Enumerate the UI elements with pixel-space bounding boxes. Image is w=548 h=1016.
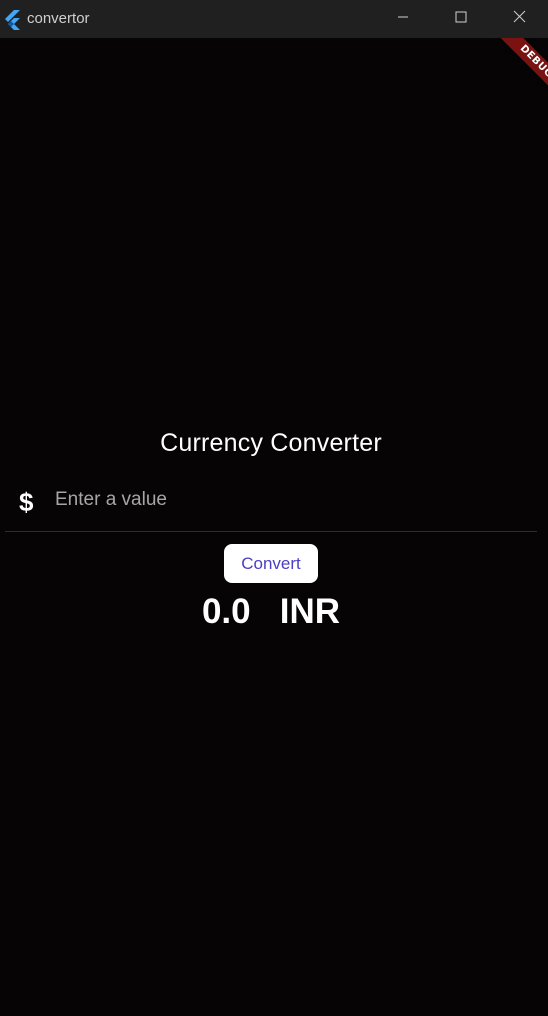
close-icon (513, 10, 526, 28)
minimize-button[interactable] (374, 0, 432, 38)
minimize-icon (397, 10, 409, 28)
flutter-logo-icon (3, 10, 21, 30)
convert-button[interactable]: Convert (224, 544, 318, 583)
window-title: convertor (27, 10, 90, 27)
conversion-result: 0.0 INR (0, 590, 542, 634)
close-button[interactable] (490, 0, 548, 38)
result-amount: 0.0 (201, 592, 251, 631)
debug-banner-label: DEBUG (487, 38, 548, 108)
maximize-icon (455, 10, 467, 28)
title-bar: convertor (0, 0, 548, 38)
debug-banner: DEBUG (478, 38, 548, 108)
app-window: convertor DEBUG Currency Converter $ Ent… (0, 0, 548, 1016)
page-title: Currency Converter (160, 429, 382, 457)
maximize-button[interactable] (432, 0, 490, 38)
result-currency: INR (279, 592, 341, 631)
amount-input[interactable] (55, 486, 525, 514)
amount-field[interactable]: $ (5, 478, 537, 532)
dollar-icon: $ (19, 487, 34, 517)
